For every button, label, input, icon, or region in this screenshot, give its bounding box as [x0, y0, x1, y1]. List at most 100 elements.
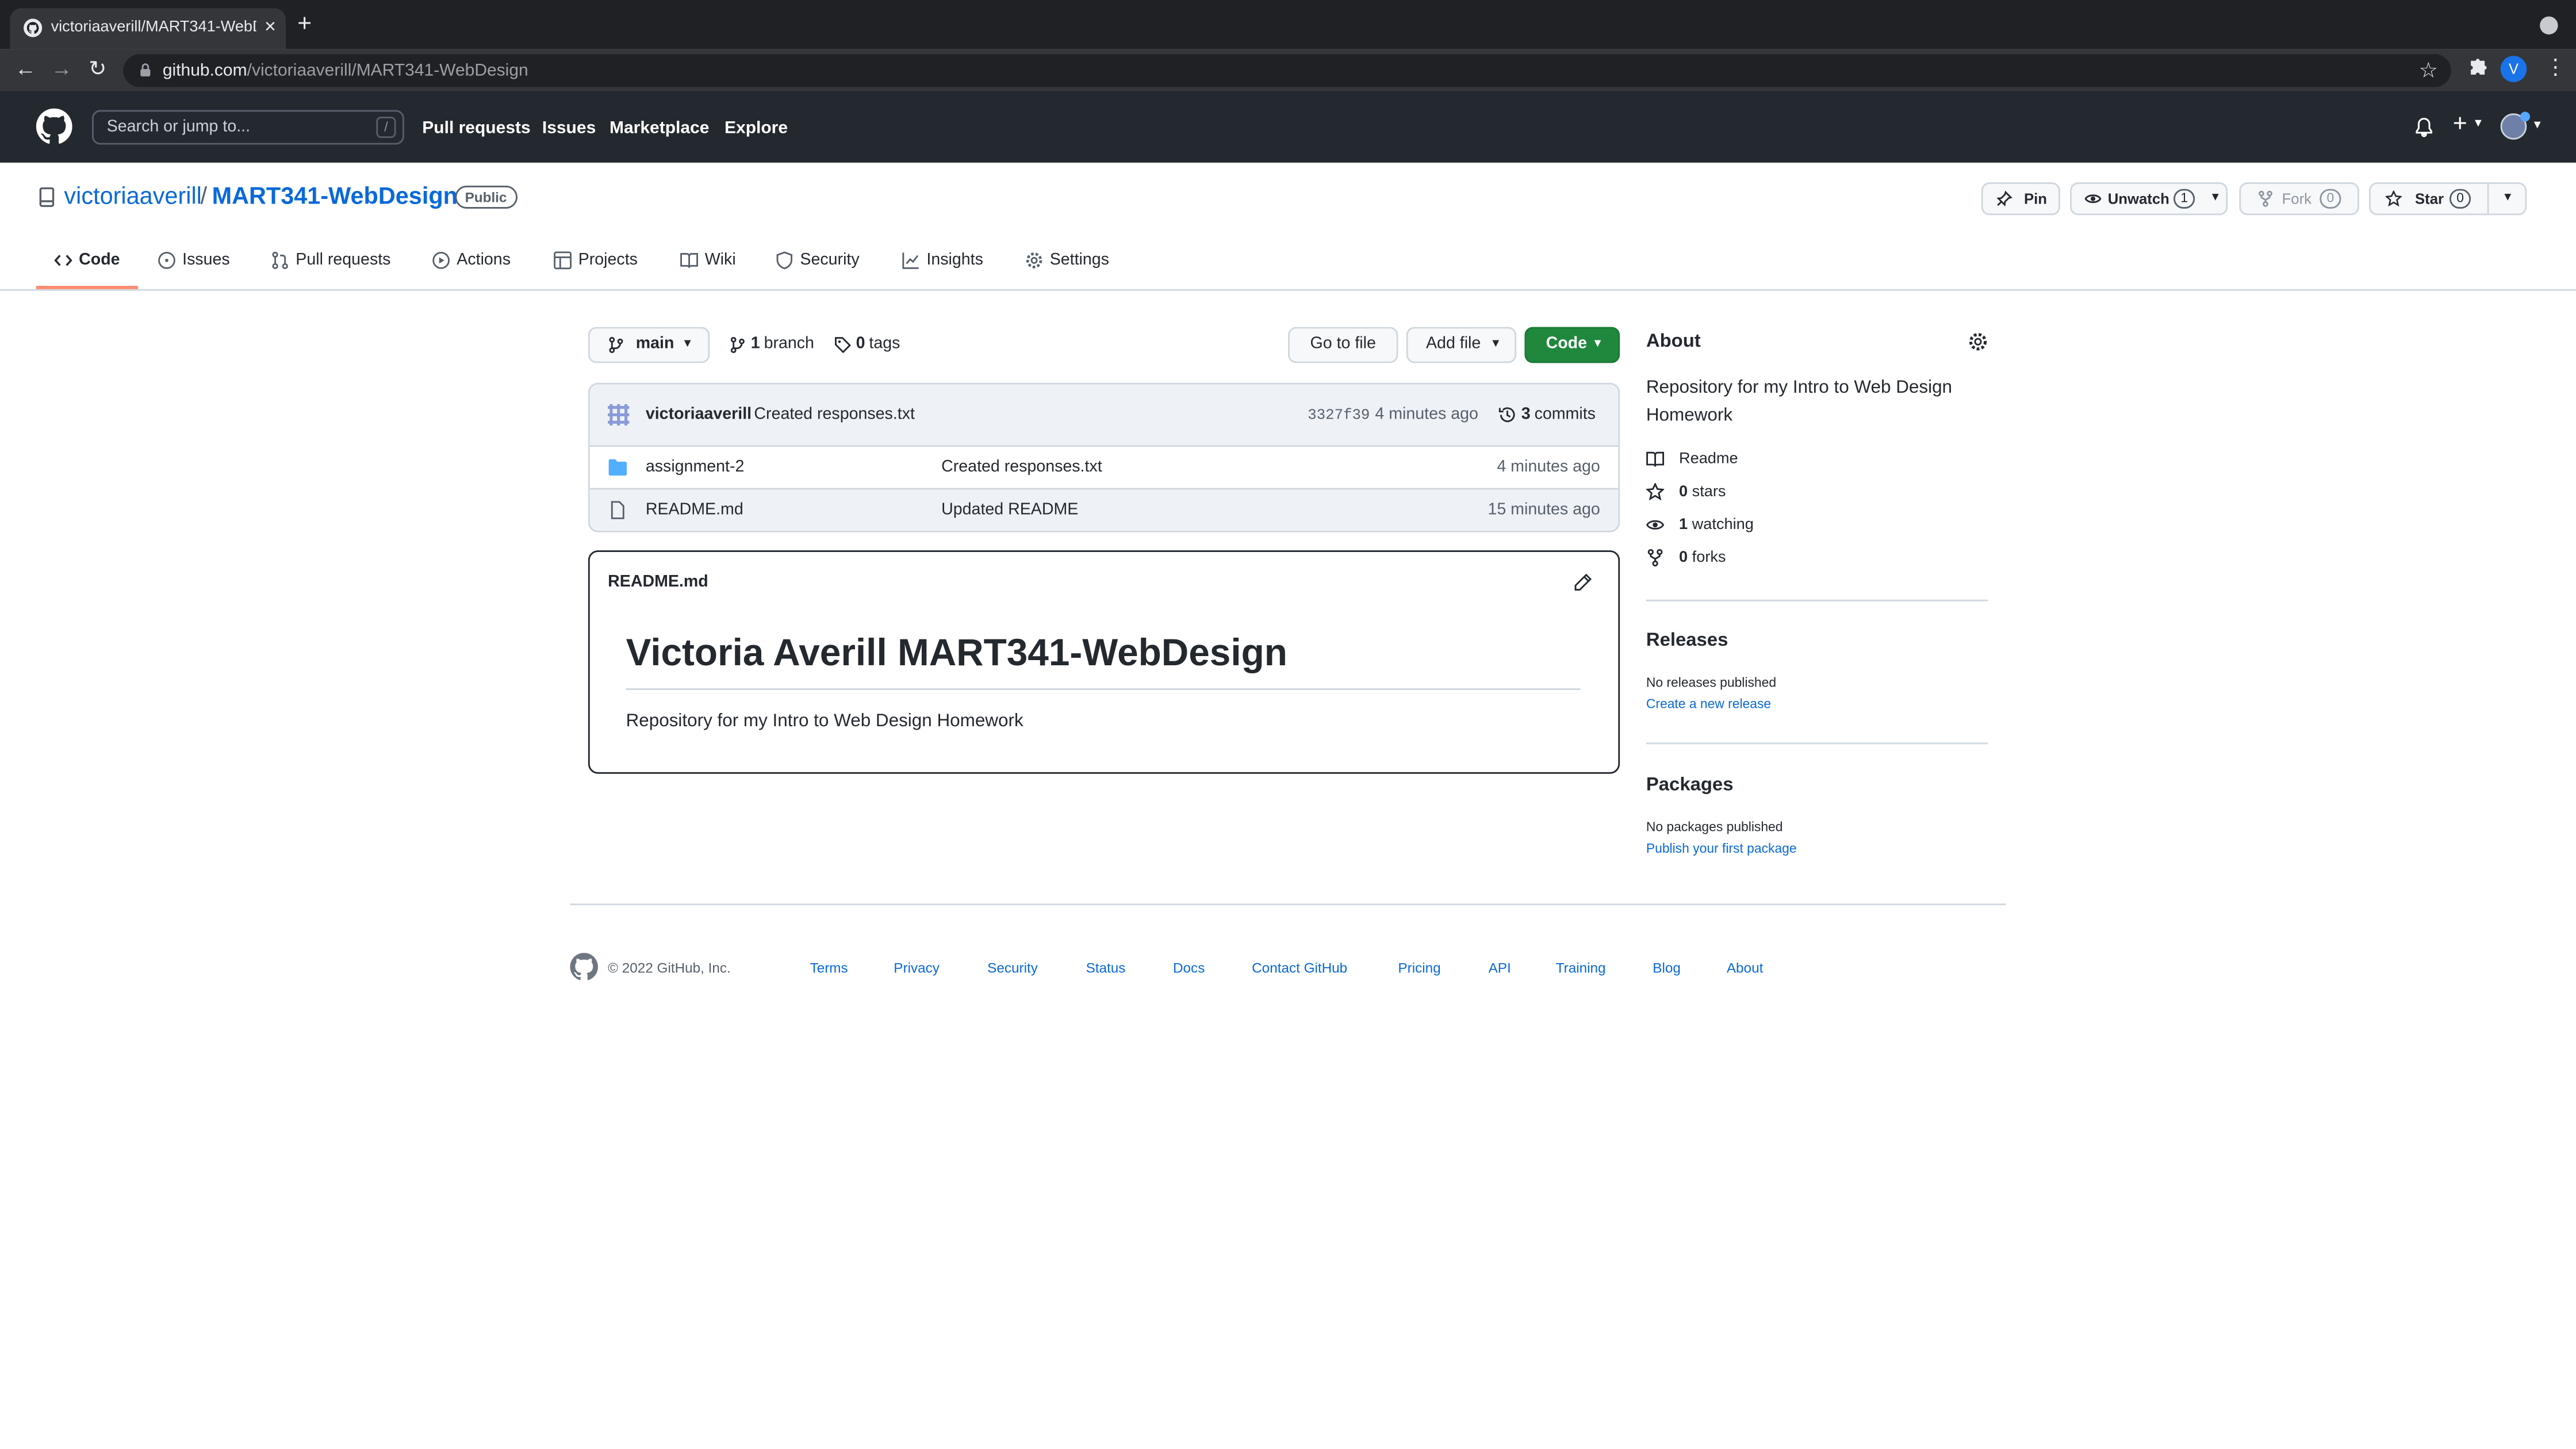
- footer-link-docs[interactable]: Docs: [1173, 960, 1205, 976]
- commit-message[interactable]: Created responses.txt: [754, 406, 915, 424]
- add-file-label: Add file: [1426, 335, 1481, 354]
- notifications-bell-icon[interactable]: [2413, 117, 2435, 138]
- footer-link-privacy[interactable]: Privacy: [894, 960, 940, 976]
- star-count: 0: [2450, 189, 2471, 209]
- github-mark-icon[interactable]: [570, 953, 598, 981]
- back-icon[interactable]: ←: [15, 54, 36, 83]
- git-branch-icon: [730, 337, 745, 354]
- footer-link-pricing[interactable]: Pricing: [1398, 960, 1440, 976]
- commit-time: 4 minutes ago: [1375, 405, 1478, 424]
- publish-package-link[interactable]: Publish your first package: [1646, 841, 1797, 856]
- browser-tab[interactable]: victoriaaverill/MART341-WebD ×: [10, 8, 286, 49]
- issue-opened-icon: [158, 251, 175, 269]
- code-icon: [54, 255, 72, 266]
- code-button[interactable]: Code ▼: [1524, 327, 1620, 363]
- screen: victoriaaverill/MART341-WebD × + ← → ↻ g…: [0, 0, 2576, 1449]
- latest-commit-row: victoriaaverill Created responses.txt 33…: [589, 384, 1619, 447]
- create-new-chevron-down-icon[interactable]: ▼: [2472, 118, 2484, 130]
- close-tab-icon[interactable]: ×: [264, 15, 276, 38]
- github-logo-icon[interactable]: [36, 108, 72, 145]
- file-commit-message[interactable]: Created responses.txt: [941, 458, 1102, 476]
- pull-request-icon: [272, 251, 288, 269]
- packages-heading[interactable]: Packages: [1646, 776, 1734, 795]
- tab-search-icon[interactable]: [2540, 16, 2558, 34]
- footer-link-blog[interactable]: Blog: [1653, 960, 1681, 976]
- search-placeholder: Search or jump to...: [106, 118, 251, 137]
- repo-header: victoriaaverill / MART341-WebDesign Publ…: [0, 163, 2576, 291]
- packages-note: No packages published: [1646, 819, 1783, 835]
- nav-pull-requests[interactable]: Pull requests: [422, 118, 530, 138]
- extensions-icon[interactable]: [2466, 56, 2489, 79]
- readme-heading: Victoria Averill MART341-WebDesign: [626, 631, 1287, 674]
- readme-link-label: Readme: [1679, 450, 1738, 469]
- file-row[interactable]: README.md Updated README 15 minutes ago: [589, 489, 1619, 531]
- table-icon: [554, 251, 572, 270]
- add-file-chevron-down-icon: ▼: [1490, 338, 1502, 350]
- pencil-icon[interactable]: [1574, 573, 1592, 591]
- tab-pull-requests-label: Pull requests: [296, 251, 391, 270]
- releases-heading[interactable]: Releases: [1646, 631, 1728, 650]
- unwatch-button[interactable]: Unwatch 1 ▼: [2070, 182, 2228, 216]
- browser-menu-icon[interactable]: ⋮: [2545, 54, 2566, 80]
- user-menu-chevron-down-icon[interactable]: ▼: [2532, 120, 2543, 132]
- file-list: victoriaaverill Created responses.txt 33…: [588, 382, 1620, 532]
- footer-link-training[interactable]: Training: [1556, 960, 1606, 976]
- tags-label: tags: [869, 335, 900, 354]
- create-new-icon[interactable]: +: [2453, 111, 2467, 138]
- book-icon: [680, 252, 699, 268]
- fork-button[interactable]: Fork 0: [2239, 182, 2359, 216]
- create-release-link[interactable]: Create a new release: [1646, 696, 1771, 711]
- reload-icon[interactable]: ↻: [89, 54, 106, 83]
- file-row[interactable]: assignment-2 Created responses.txt 4 min…: [589, 447, 1619, 490]
- file-name[interactable]: README.md: [646, 501, 743, 519]
- footer-link-status[interactable]: Status: [1086, 960, 1126, 976]
- file-name[interactable]: assignment-2: [646, 458, 745, 476]
- commit-hash[interactable]: 3327f39: [1308, 408, 1370, 424]
- repo-icon: [39, 187, 55, 207]
- lock-icon: [140, 63, 151, 76]
- footer-link-api[interactable]: API: [1489, 960, 1511, 976]
- fork-label: Fork: [2282, 190, 2312, 207]
- repo-name-link[interactable]: MART341-WebDesign: [212, 184, 458, 210]
- branches-label: branch: [764, 335, 814, 354]
- add-file-button[interactable]: Add file ▼: [1406, 327, 1517, 363]
- repo-owner-link[interactable]: victoriaaverill: [64, 184, 201, 210]
- browser-profile-avatar[interactable]: V: [2500, 56, 2527, 82]
- nav-marketplace[interactable]: Marketplace: [610, 118, 709, 138]
- code-button-label: Code: [1546, 335, 1587, 354]
- commit-author[interactable]: victoriaaverill: [646, 406, 752, 424]
- nav-issues[interactable]: Issues: [542, 118, 596, 138]
- unwatch-chevron-down-icon: ▼: [2209, 192, 2221, 204]
- sidebar-divider: [1646, 599, 1988, 601]
- footer-link-about[interactable]: About: [1727, 960, 1763, 976]
- commit-author-avatar[interactable]: [606, 402, 631, 427]
- search-input[interactable]: Search or jump to... /: [92, 110, 404, 145]
- gear-icon[interactable]: [1968, 332, 1988, 351]
- readme-body: Repository for my Intro to Web Design Ho…: [626, 711, 1023, 731]
- file-commit-message[interactable]: Updated README: [941, 501, 1078, 519]
- address-bar[interactable]: github.com/victoriaaverill/MART341-WebDe…: [123, 54, 2451, 87]
- repo-path-separator: /: [200, 184, 208, 210]
- branch-select-button[interactable]: main ▼: [588, 327, 710, 363]
- eye-icon: [1646, 520, 1665, 530]
- footer-copyright: © 2022 GitHub, Inc.: [608, 959, 731, 976]
- footer-link-security[interactable]: Security: [987, 960, 1038, 976]
- go-to-file-button[interactable]: Go to file: [1288, 327, 1398, 363]
- footer-link-terms[interactable]: Terms: [810, 960, 848, 976]
- new-tab-icon[interactable]: +: [297, 11, 312, 38]
- tab-issues-label: Issues: [182, 251, 230, 270]
- nav-explore[interactable]: Explore: [724, 118, 788, 138]
- star-list-chevron-down-icon[interactable]: ▼: [2502, 184, 2513, 213]
- tab-settings-label: Settings: [1049, 251, 1109, 270]
- star-button[interactable]: Star 0 ▼: [2369, 182, 2527, 216]
- github-favicon-icon: [24, 18, 43, 37]
- branch-name: main: [635, 335, 674, 354]
- fork-icon: [1647, 549, 1663, 567]
- browser-tab-strip: victoriaaverill/MART341-WebD × +: [0, 0, 2576, 49]
- pin-button[interactable]: Pin: [1981, 182, 2060, 216]
- forward-icon[interactable]: →: [51, 54, 72, 83]
- tab-insights-label: Insights: [926, 251, 983, 270]
- branch-chevron-down-icon: ▼: [681, 338, 693, 350]
- footer-link-contact[interactable]: Contact GitHub: [1252, 960, 1347, 976]
- bookmark-star-icon[interactable]: ☆: [2419, 57, 2438, 82]
